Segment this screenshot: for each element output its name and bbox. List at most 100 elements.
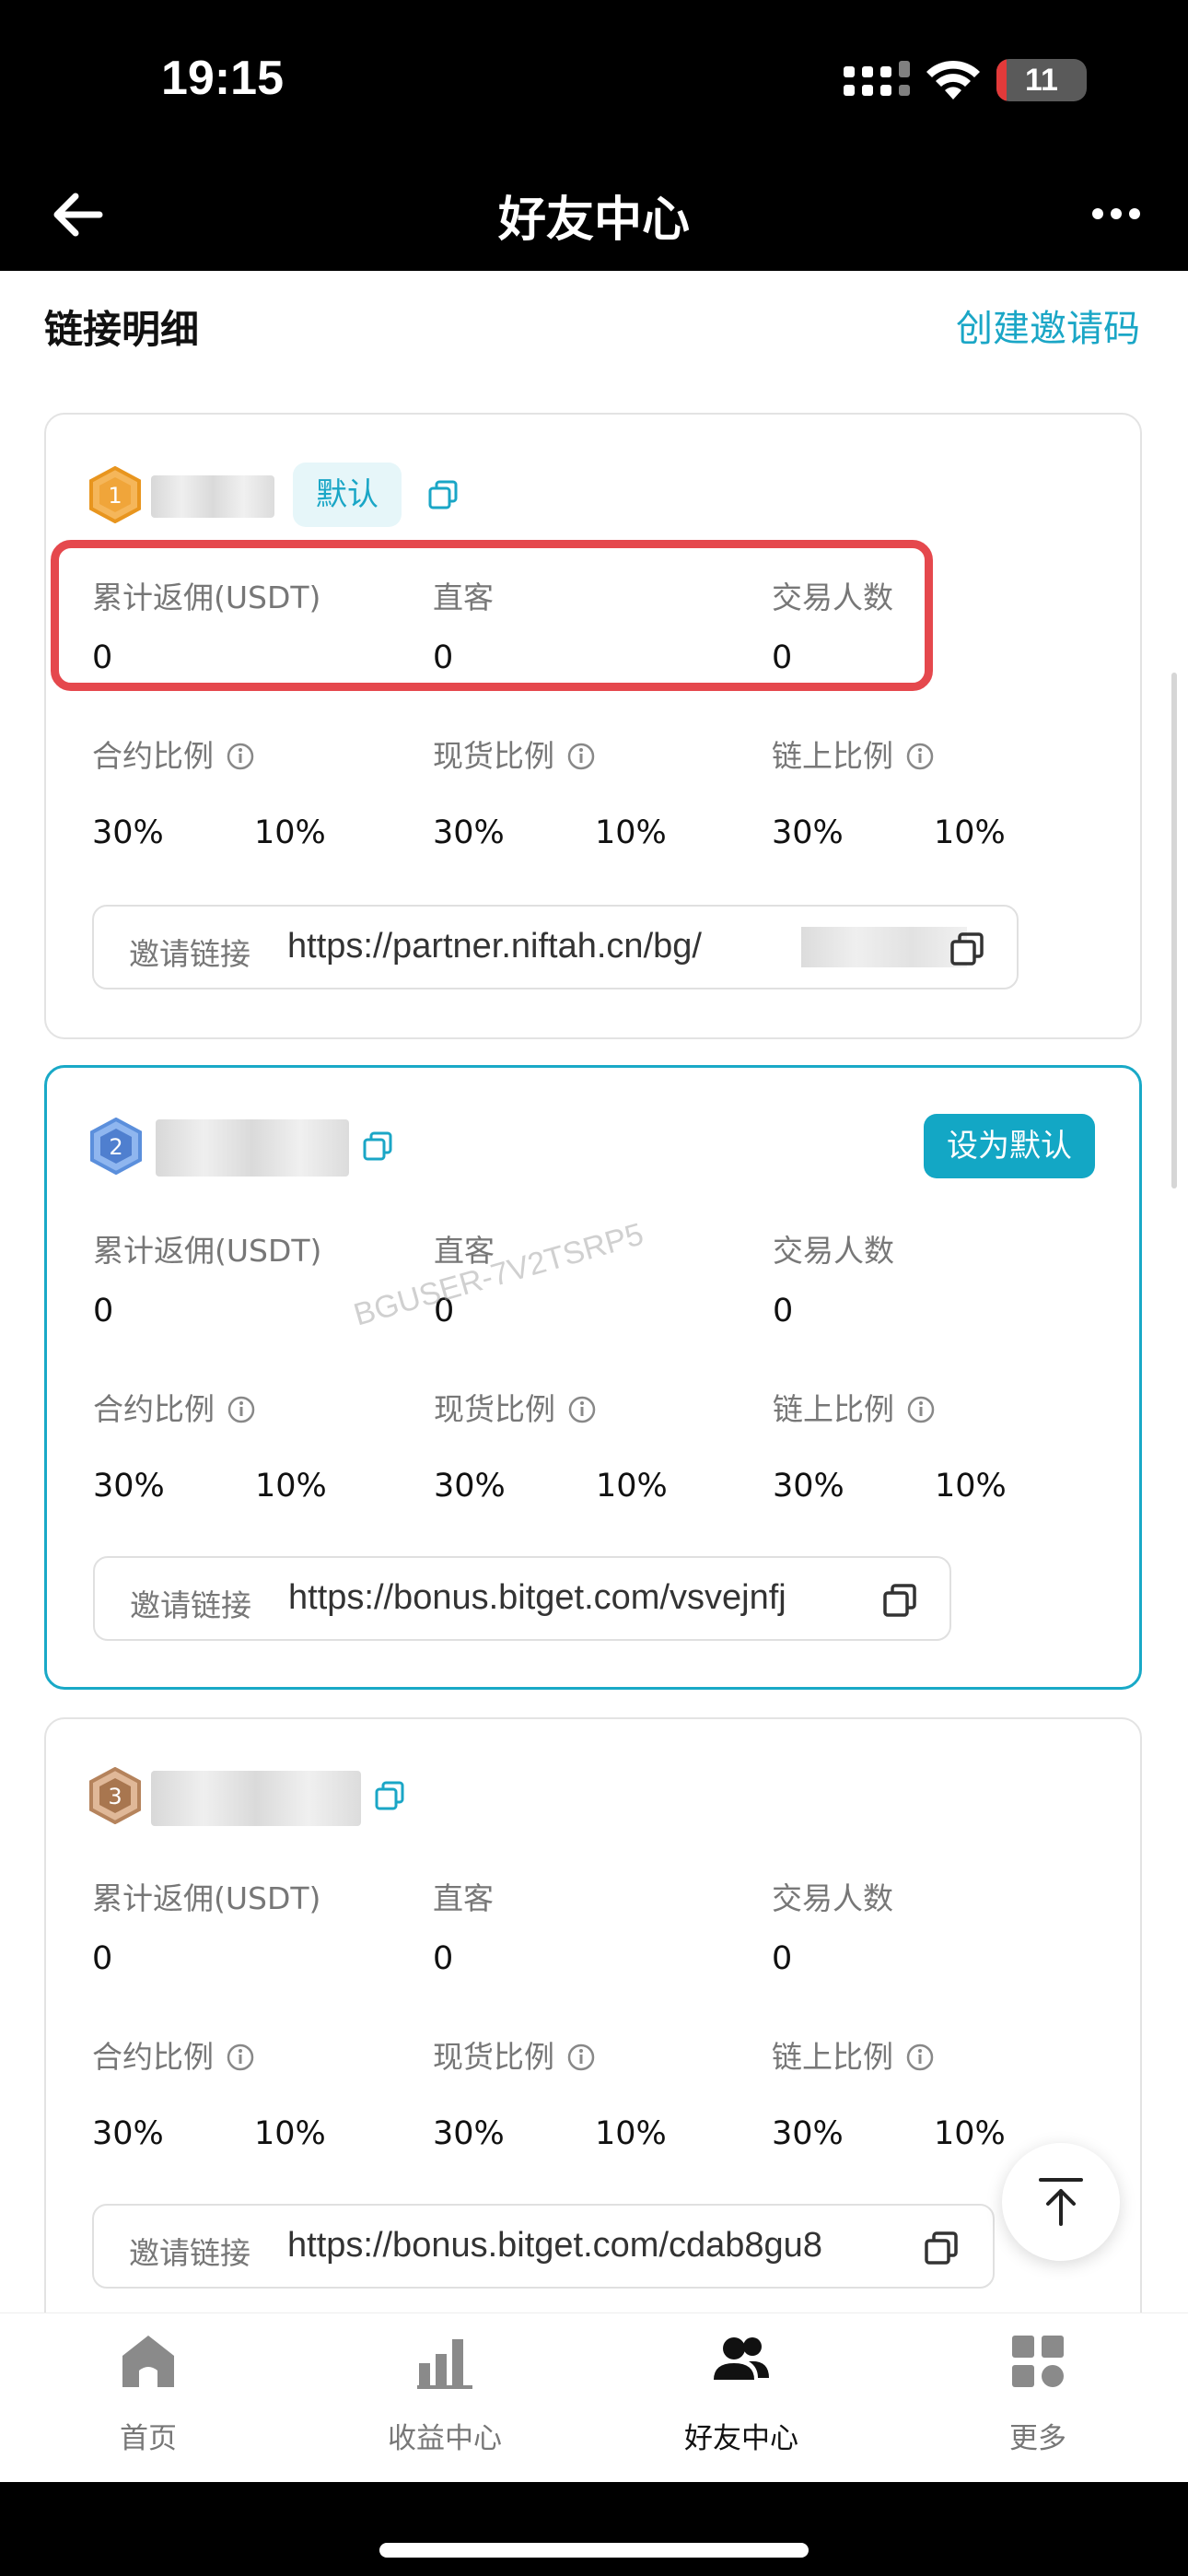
futures-ratio-value-1: 30% [92,2115,164,2152]
default-tag: 默认 [293,463,402,527]
futures-ratio-value-2: 10% [254,814,326,851]
copy-icon[interactable] [362,1130,393,1162]
spot-ratio-label: 现货比例 [433,2032,595,2077]
traders-value: 0 [773,1293,794,1329]
onchain-ratio-value-2: 10% [934,2115,1006,2152]
tab-label: 好友中心 [684,2422,798,2455]
bottom-tab-bar: 首页 收益中心 好友中心 更多 [0,2313,1188,2483]
spot-ratio-label: 现货比例 [433,732,595,776]
badge-number: 1 [108,483,122,509]
grid-icon [1012,2336,1064,2387]
info-icon[interactable] [907,1396,935,1423]
futures-ratio-label: 合约比例 [93,1385,255,1429]
onchain-ratio-value-1: 30% [773,1468,844,1505]
tab-label: 更多 [1009,2422,1066,2455]
spot-ratio-text: 现货比例 [433,2039,554,2075]
invite-link-box[interactable]: 邀请链接 https://bonus.bitget.com/cdab8gu8 [92,2204,995,2289]
invite-link-card-3: 3 累计返佣(USDT) 直客 交易人数 0 0 0 合约比例 现货比例 链上比… [44,1717,1142,2362]
copy-icon[interactable] [374,1780,405,1811]
set-default-button[interactable]: 设为默认 [924,1114,1095,1178]
battery-tip [1077,74,1083,88]
copy-link-icon[interactable] [949,931,985,967]
direct-clients-label: 直客 [433,1880,494,1916]
info-icon[interactable] [568,1396,596,1423]
tab-more[interactable]: 更多 [890,2313,1186,2483]
spot-ratio-value-1: 30% [433,2115,505,2152]
rank-badge-blue-icon: 2 [90,1118,142,1175]
highlight-annotation [51,540,933,691]
copy-icon[interactable] [427,479,459,510]
info-icon[interactable] [906,2043,934,2071]
badge-number: 3 [108,1784,122,1809]
invite-link-url[interactable]: https://partner.niftah.cn/bg/ [287,927,702,966]
onchain-ratio-label: 链上比例 [772,2032,934,2077]
section-title: 链接明细 [44,307,200,352]
home-indicator[interactable] [379,2543,809,2558]
info-icon[interactable] [567,2043,595,2071]
scroll-to-top-button[interactable] [1002,2143,1120,2261]
nav-bar: 好友中心 [0,157,1188,271]
futures-ratio-value-1: 30% [92,814,164,851]
invite-link-card-2: 2 设为默认 累计返佣(USDT) 直客 交易人数 0 0 0 合约比例 现货比… [44,1065,1142,1690]
futures-ratio-label: 合约比例 [92,732,254,776]
onchain-ratio-value-2: 10% [935,1468,1007,1505]
futures-ratio-text: 合约比例 [92,738,214,774]
futures-ratio-text: 合约比例 [92,2039,214,2075]
cellular-signal-icon [844,61,910,96]
invite-link-box[interactable]: 邀请链接 https://partner.niftah.cn/bg/ [92,905,1019,989]
spot-ratio-text: 现货比例 [434,1391,555,1427]
battery-level: 11 [1025,63,1058,98]
home-indicator-area [0,2482,1188,2576]
arrow-up-icon [1039,2178,1083,2226]
tab-earnings[interactable]: 收益中心 [297,2313,593,2483]
copy-link-icon[interactable] [923,2230,960,2266]
spot-ratio-value-2: 10% [596,1468,668,1505]
futures-ratio-value-2: 10% [254,2115,326,2152]
scrollbar[interactable] [1171,673,1177,1188]
spot-ratio-label: 现货比例 [434,1385,596,1429]
onchain-ratio-label: 链上比例 [773,1385,935,1429]
onchain-ratio-text: 链上比例 [773,1391,894,1427]
onchain-ratio-text: 链上比例 [772,738,893,774]
invite-link-url[interactable]: https://bonus.bitget.com/cdab8gu8 [287,2226,822,2266]
onchain-ratio-value-1: 30% [772,2115,844,2152]
tab-label: 收益中心 [388,2422,502,2455]
invite-link-url[interactable]: https://bonus.bitget.com/vsvejnfj [288,1578,786,1618]
invite-link-box[interactable]: 邀请链接 https://bonus.bitget.com/vsvejnfj [93,1556,951,1641]
info-icon[interactable] [567,743,595,770]
onchain-ratio-text: 链上比例 [772,2039,893,2075]
tab-friends[interactable]: 好友中心 [593,2313,890,2483]
tab-home[interactable]: 首页 [0,2313,297,2483]
redacted-code-name [151,475,274,518]
invite-link-label: 邀请链接 [130,1587,251,1623]
create-invite-code-link[interactable]: 创建邀请码 [956,299,1140,352]
invite-link-label: 邀请链接 [129,2235,250,2271]
futures-ratio-label: 合约比例 [92,2032,254,2077]
info-icon[interactable] [227,2043,254,2071]
page-title: 好友中心 [497,193,690,248]
info-icon[interactable] [227,743,254,770]
rank-badge-gold-icon: 1 [89,466,141,523]
spot-ratio-value-2: 10% [595,2115,667,2152]
onchain-ratio-value-1: 30% [772,814,844,851]
direct-clients-value: 0 [433,1940,454,1977]
futures-ratio-value-1: 30% [93,1468,165,1505]
traders-label: 交易人数 [772,1880,893,1916]
more-menu-icon[interactable] [1092,203,1140,225]
copy-link-icon[interactable] [881,1582,918,1619]
bar-chart-icon [417,2339,472,2389]
info-icon[interactable] [906,743,934,770]
onchain-ratio-label: 链上比例 [772,732,934,776]
futures-ratio-value-2: 10% [255,1468,327,1505]
invite-link-card-1: 1 默认 累计返佣(USDT) 直客 交易人数 0 0 0 合约比例 现货比例 … [44,413,1142,1039]
futures-ratio-text: 合约比例 [93,1391,215,1427]
rank-badge-bronze-icon: 3 [89,1767,141,1824]
redacted-code-name [151,1771,361,1826]
info-icon[interactable] [227,1396,255,1423]
traders-value: 0 [772,1940,793,1977]
wifi-icon [926,60,980,100]
redacted-code-name [156,1119,349,1177]
status-bar: 19:15 11 [0,0,1188,157]
users-icon [714,2337,769,2380]
redacted-url-part [801,927,967,967]
